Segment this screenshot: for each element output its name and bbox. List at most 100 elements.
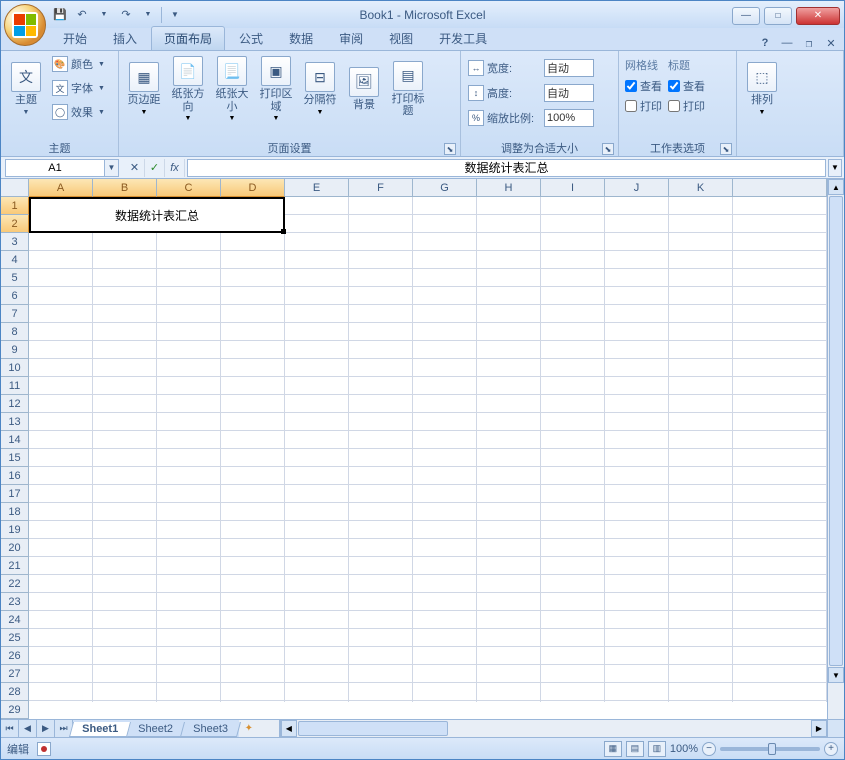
scroll-left-icon[interactable]: ◀	[281, 720, 297, 737]
cell-J4[interactable]	[605, 251, 669, 269]
cell-H29[interactable]	[477, 701, 541, 702]
cell-K1[interactable]	[669, 197, 733, 215]
cell-F16[interactable]	[349, 467, 413, 485]
cell-G19[interactable]	[413, 521, 477, 539]
cell-K14[interactable]	[669, 431, 733, 449]
cell-D9[interactable]	[221, 341, 285, 359]
cell-A22[interactable]	[29, 575, 93, 593]
scroll-right-icon[interactable]: ▶	[811, 720, 827, 737]
row-header-5[interactable]: 5	[1, 269, 29, 287]
cell-H24[interactable]	[477, 611, 541, 629]
cell-K23[interactable]	[669, 593, 733, 611]
cell-J28[interactable]	[605, 683, 669, 701]
cell-D3[interactable]	[221, 233, 285, 251]
row-header-15[interactable]: 15	[1, 449, 29, 467]
cell-A19[interactable]	[29, 521, 93, 539]
cell-G4[interactable]	[413, 251, 477, 269]
cell-D10[interactable]	[221, 359, 285, 377]
sheet-tab-Sheet1[interactable]: Sheet1	[69, 722, 131, 737]
cell-I24[interactable]	[541, 611, 605, 629]
cell-C20[interactable]	[157, 539, 221, 557]
cell-H28[interactable]	[477, 683, 541, 701]
cell-A12[interactable]	[29, 395, 93, 413]
cell-F1[interactable]	[349, 197, 413, 215]
cell-I5[interactable]	[541, 269, 605, 287]
cell-C5[interactable]	[157, 269, 221, 287]
cell-A9[interactable]	[29, 341, 93, 359]
cell-G18[interactable]	[413, 503, 477, 521]
cell-K10[interactable]	[669, 359, 733, 377]
cell-C27[interactable]	[157, 665, 221, 683]
cell-I1[interactable]	[541, 197, 605, 215]
tab-3[interactable]: 公式	[227, 27, 275, 50]
cell-K15[interactable]	[669, 449, 733, 467]
cell-J23[interactable]	[605, 593, 669, 611]
cell-I7[interactable]	[541, 305, 605, 323]
cell-E29[interactable]	[285, 701, 349, 702]
cell-A18[interactable]	[29, 503, 93, 521]
cell-K28[interactable]	[669, 683, 733, 701]
cell-C21[interactable]	[157, 557, 221, 575]
cell-G10[interactable]	[413, 359, 477, 377]
cell-K7[interactable]	[669, 305, 733, 323]
col-header-G[interactable]: G	[413, 179, 477, 197]
cell-K2[interactable]	[669, 215, 733, 233]
cell-G23[interactable]	[413, 593, 477, 611]
cell-B28[interactable]	[93, 683, 157, 701]
cell-F8[interactable]	[349, 323, 413, 341]
cell-I25[interactable]	[541, 629, 605, 647]
page-layout-view-button[interactable]: ▤	[626, 741, 644, 757]
window-maximize[interactable]: ☐	[764, 7, 792, 25]
cell-D5[interactable]	[221, 269, 285, 287]
sheet-options-launcher[interactable]: ⬊	[720, 143, 732, 155]
cell-D12[interactable]	[221, 395, 285, 413]
cell-I23[interactable]	[541, 593, 605, 611]
cell-E24[interactable]	[285, 611, 349, 629]
cell-H17[interactable]	[477, 485, 541, 503]
cell-A26[interactable]	[29, 647, 93, 665]
cell-A15[interactable]	[29, 449, 93, 467]
cell-F10[interactable]	[349, 359, 413, 377]
cell-B19[interactable]	[93, 521, 157, 539]
cell-C4[interactable]	[157, 251, 221, 269]
cell-A10[interactable]	[29, 359, 93, 377]
cell-K22[interactable]	[669, 575, 733, 593]
col-header-C[interactable]: C	[157, 179, 221, 197]
cell-A17[interactable]	[29, 485, 93, 503]
cell-B21[interactable]	[93, 557, 157, 575]
cell-J12[interactable]	[605, 395, 669, 413]
cell-G26[interactable]	[413, 647, 477, 665]
cell-G6[interactable]	[413, 287, 477, 305]
cell-A8[interactable]	[29, 323, 93, 341]
cell-B29[interactable]	[93, 701, 157, 702]
horizontal-scrollbar[interactable]: ◀ ▶	[279, 720, 827, 737]
cell-C28[interactable]	[157, 683, 221, 701]
help-icon[interactable]: ?	[758, 36, 772, 50]
breaks-button[interactable]: ⊟分隔符▼	[299, 53, 341, 125]
cell-J18[interactable]	[605, 503, 669, 521]
background-button[interactable]: 🖼背景	[343, 53, 385, 125]
cell-F27[interactable]	[349, 665, 413, 683]
cell-A6[interactable]	[29, 287, 93, 305]
cell-D20[interactable]	[221, 539, 285, 557]
cell-K16[interactable]	[669, 467, 733, 485]
cell-G15[interactable]	[413, 449, 477, 467]
cell-A5[interactable]	[29, 269, 93, 287]
cell-J25[interactable]	[605, 629, 669, 647]
cell-A27[interactable]	[29, 665, 93, 683]
cell-J19[interactable]	[605, 521, 669, 539]
row-header-10[interactable]: 10	[1, 359, 29, 377]
cell-C13[interactable]	[157, 413, 221, 431]
theme-effects[interactable]: ◯效果▼	[49, 101, 108, 123]
cell-B15[interactable]	[93, 449, 157, 467]
cell-B11[interactable]	[93, 377, 157, 395]
cell-F22[interactable]	[349, 575, 413, 593]
qat-undo[interactable]: ↶	[73, 6, 91, 24]
tab-7[interactable]: 开发工具	[427, 27, 499, 50]
cell-C25[interactable]	[157, 629, 221, 647]
scale-launcher[interactable]: ⬊	[602, 143, 614, 155]
tab-6[interactable]: 视图	[377, 27, 425, 50]
cell-D21[interactable]	[221, 557, 285, 575]
cell-F18[interactable]	[349, 503, 413, 521]
sheet-tab-Sheet2[interactable]: Sheet2	[125, 722, 186, 737]
